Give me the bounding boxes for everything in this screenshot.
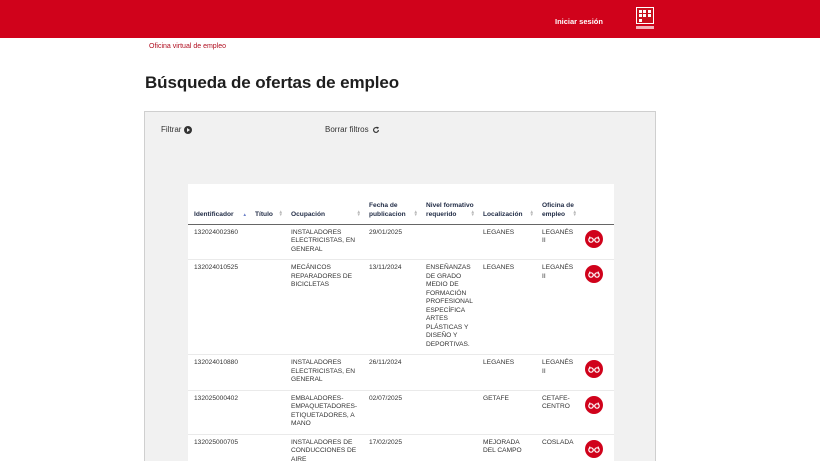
cell-ocupacion: Instaladores de conducciones de aire aco… xyxy=(285,434,363,461)
view-glasses-icon xyxy=(588,235,600,243)
cell-id: 132024010525 xyxy=(188,259,249,355)
view-glasses-icon xyxy=(588,366,600,373)
sort-icon: ▲ ▼ xyxy=(470,208,475,217)
cell-fecha: 26/11/2024 xyxy=(363,354,420,391)
login-link[interactable]: Iniciar sesión xyxy=(555,17,603,26)
cell-localizacion: Leganes xyxy=(477,224,536,260)
view-offer-button[interactable] xyxy=(585,439,603,458)
cell-fecha: 17/02/2025 xyxy=(363,434,420,461)
column-header-ocupacion[interactable]: Ocupación ▲ ▼ xyxy=(285,184,363,225)
table-row[interactable]: 132025000402 Embaladores-empaquetadores-e… xyxy=(188,390,614,435)
cell-id: 132024010880 xyxy=(188,354,249,391)
table-row[interactable]: 132025000705 Instaladores de conducciones… xyxy=(188,434,614,461)
cell-titulo xyxy=(249,224,285,260)
cell-id: 132025000705 xyxy=(188,434,249,461)
comunidad-madrid-logo[interactable] xyxy=(636,7,654,31)
cell-nivel: Enseñanzas de grado medio de formación p… xyxy=(420,259,477,355)
view-glasses-icon xyxy=(588,401,600,409)
sort-icon: ▲ ▼ xyxy=(356,208,361,217)
cell-id: 132025000402 xyxy=(188,390,249,435)
cell-actions xyxy=(579,434,614,461)
cell-ocupacion: Instaladores electricistas, en general xyxy=(285,354,363,391)
filter-label: Filtrar xyxy=(161,125,182,134)
cell-oficina: Leganés II xyxy=(536,259,579,355)
view-offer-button[interactable] xyxy=(585,229,603,248)
cell-localizacion: Getafe xyxy=(477,390,536,435)
breadcrumb[interactable]: Oficina virtual de empleo xyxy=(149,43,226,50)
cell-actions xyxy=(579,259,614,355)
table-row[interactable]: 132024010525 Mecánicos reparadores de bic… xyxy=(188,259,614,355)
cell-ocupacion: Instaladores electricistas, en general xyxy=(285,224,363,260)
cell-actions xyxy=(579,224,614,260)
cell-titulo xyxy=(249,354,285,391)
column-header-identificador[interactable]: Identificador ▲ xyxy=(188,184,249,225)
view-offer-button[interactable] xyxy=(585,360,603,378)
view-offer-button[interactable] xyxy=(585,265,603,283)
job-offers-table-container: Identificador ▲ Título ▲ ▼ Ocupación ▲ ▼ Fech… xyxy=(188,184,614,461)
cell-ocupacion: Mecánicos reparadores de bicicletas xyxy=(285,259,363,355)
column-header-nivel[interactable]: Nivel formativo requerido ▲ ▼ xyxy=(420,184,477,225)
sort-asc-icon: ▲ xyxy=(242,211,247,217)
cell-fecha: 29/01/2025 xyxy=(363,224,420,260)
cell-nivel xyxy=(420,434,477,461)
page-title: Búsqueda de ofertas de empleo xyxy=(145,73,400,92)
logo-flag xyxy=(636,7,654,24)
view-offer-button[interactable] xyxy=(585,395,603,414)
cell-actions xyxy=(579,390,614,435)
cell-fecha: 13/11/2024 xyxy=(363,259,420,355)
view-glasses-icon xyxy=(588,445,600,453)
cell-nivel xyxy=(420,390,477,435)
cell-actions xyxy=(579,354,614,391)
view-glasses-icon xyxy=(588,271,600,278)
table-row[interactable]: 132024002360 Instaladores electricistas, … xyxy=(188,224,614,260)
cell-oficina: Leganés II xyxy=(536,224,579,260)
cell-id: 132024002360 xyxy=(188,224,249,260)
cell-localizacion: Leganes xyxy=(477,259,536,355)
refresh-icon xyxy=(372,126,379,133)
cell-nivel xyxy=(420,354,477,391)
cell-localizacion: Leganes xyxy=(477,354,536,391)
column-header-actions xyxy=(579,184,614,225)
cell-oficina: Leganés II xyxy=(536,354,579,391)
top-header-bar: Iniciar sesión xyxy=(0,0,820,38)
cell-titulo xyxy=(249,434,285,461)
cell-oficina: Cetafe-Centro xyxy=(536,390,579,435)
sort-icon: ▲ ▼ xyxy=(529,208,534,217)
clear-filters-label: Borrar filtros xyxy=(325,125,369,134)
cell-oficina: Coslada xyxy=(536,434,579,461)
cell-fecha: 02/07/2025 xyxy=(363,390,420,435)
play-circle-icon xyxy=(184,125,193,134)
sort-icon: ▲ ▼ xyxy=(278,208,283,217)
search-results-panel: Filtrar Borrar filtros Identificador ▲ Tí… xyxy=(144,111,656,461)
cell-titulo xyxy=(249,390,285,435)
column-header-titulo[interactable]: Título ▲ ▼ xyxy=(249,184,285,225)
column-header-localizacion[interactable]: Localización ▲ ▼ xyxy=(477,184,536,225)
column-header-fecha[interactable]: Fecha de publicacion ▲ ▼ xyxy=(363,184,420,225)
cell-localizacion: Mejorada del Campo xyxy=(477,434,536,461)
table-row[interactable]: 132024010880 Instaladores electricistas, … xyxy=(188,354,614,391)
clear-filters-button[interactable]: Borrar filtros xyxy=(325,125,380,134)
column-header-oficina[interactable]: Oficina de empleo ▲ ▼ xyxy=(536,184,579,225)
cell-nivel xyxy=(420,224,477,260)
cell-ocupacion: Embaladores-empaquetadores-etiquetadores… xyxy=(285,390,363,435)
sort-icon: ▲ ▼ xyxy=(572,208,577,217)
table-header-row: Identificador ▲ Título ▲ ▼ Ocupación ▲ ▼ Fech… xyxy=(188,184,614,225)
sort-icon: ▲ ▼ xyxy=(413,208,418,217)
filter-button[interactable]: Filtrar xyxy=(161,125,193,134)
cell-titulo xyxy=(249,259,285,355)
job-offers-table: Identificador ▲ Título ▲ ▼ Ocupación ▲ ▼ Fech… xyxy=(188,184,614,461)
